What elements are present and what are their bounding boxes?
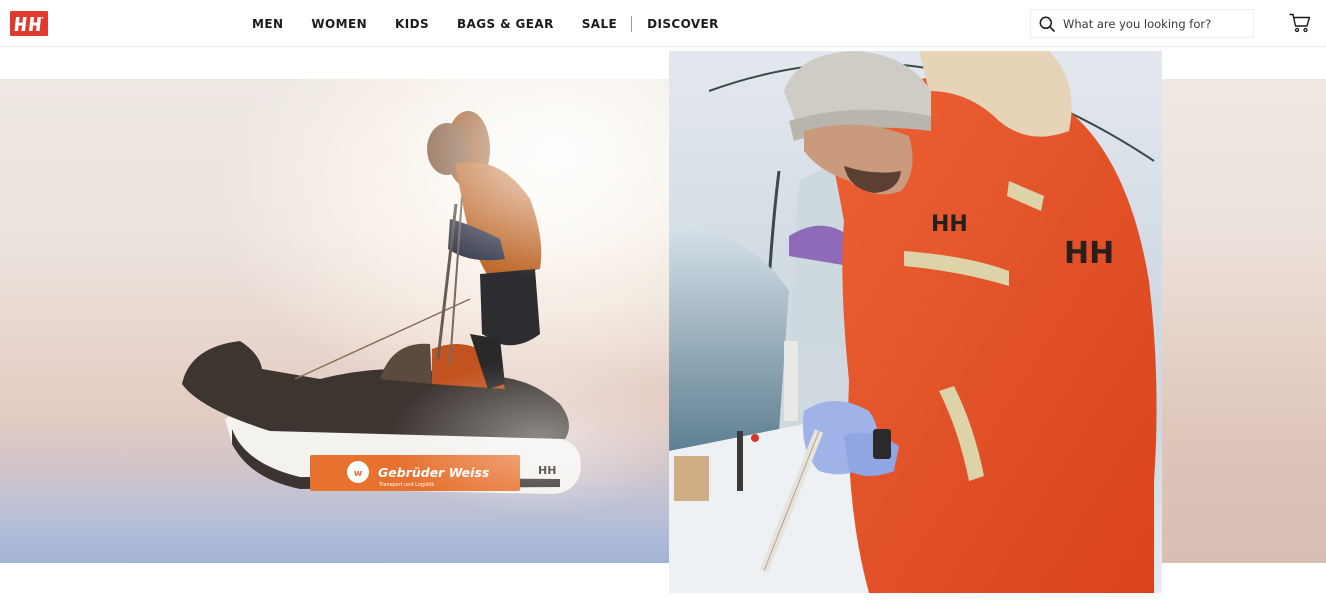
cart-icon[interactable] <box>1289 12 1311 34</box>
brand-logo[interactable] <box>10 11 48 36</box>
hero-image-researcher[interactable]: HH HH <box>669 51 1162 593</box>
hh-logo-icon <box>14 16 44 31</box>
researcher-illustration: HH HH <box>669 51 1157 593</box>
hero-image-strip-right <box>1162 79 1326 563</box>
nav-item-bags-gear[interactable]: BAGS & GEAR <box>457 17 554 31</box>
jacket-hh-logo: HH <box>931 212 968 237</box>
hero-image-expedition[interactable]: w Gebrüder Weiss Transport und Logistik … <box>0 79 669 563</box>
site-header: MEN WOMEN KIDS BAGS & GEAR SALE DISCOVER <box>0 0 1326 47</box>
nav-item-men[interactable]: MEN <box>252 17 283 31</box>
expedition-illustration: w Gebrüder Weiss Transport und Logistik … <box>0 79 669 563</box>
nav-item-kids[interactable]: KIDS <box>395 17 429 31</box>
arm-hh-logo: HH <box>1064 236 1114 271</box>
search-box[interactable] <box>1030 9 1254 38</box>
search-icon[interactable] <box>1038 15 1056 33</box>
main-nav: MEN WOMEN KIDS BAGS & GEAR SALE DISCOVER <box>252 0 747 47</box>
nav-divider <box>631 15 633 32</box>
nav-item-sale[interactable]: SALE <box>582 17 617 31</box>
search-input[interactable] <box>1063 16 1243 31</box>
nav-item-women[interactable]: WOMEN <box>311 17 367 31</box>
svg-text:w: w <box>354 469 362 479</box>
nav-item-discover[interactable]: DISCOVER <box>647 17 719 31</box>
